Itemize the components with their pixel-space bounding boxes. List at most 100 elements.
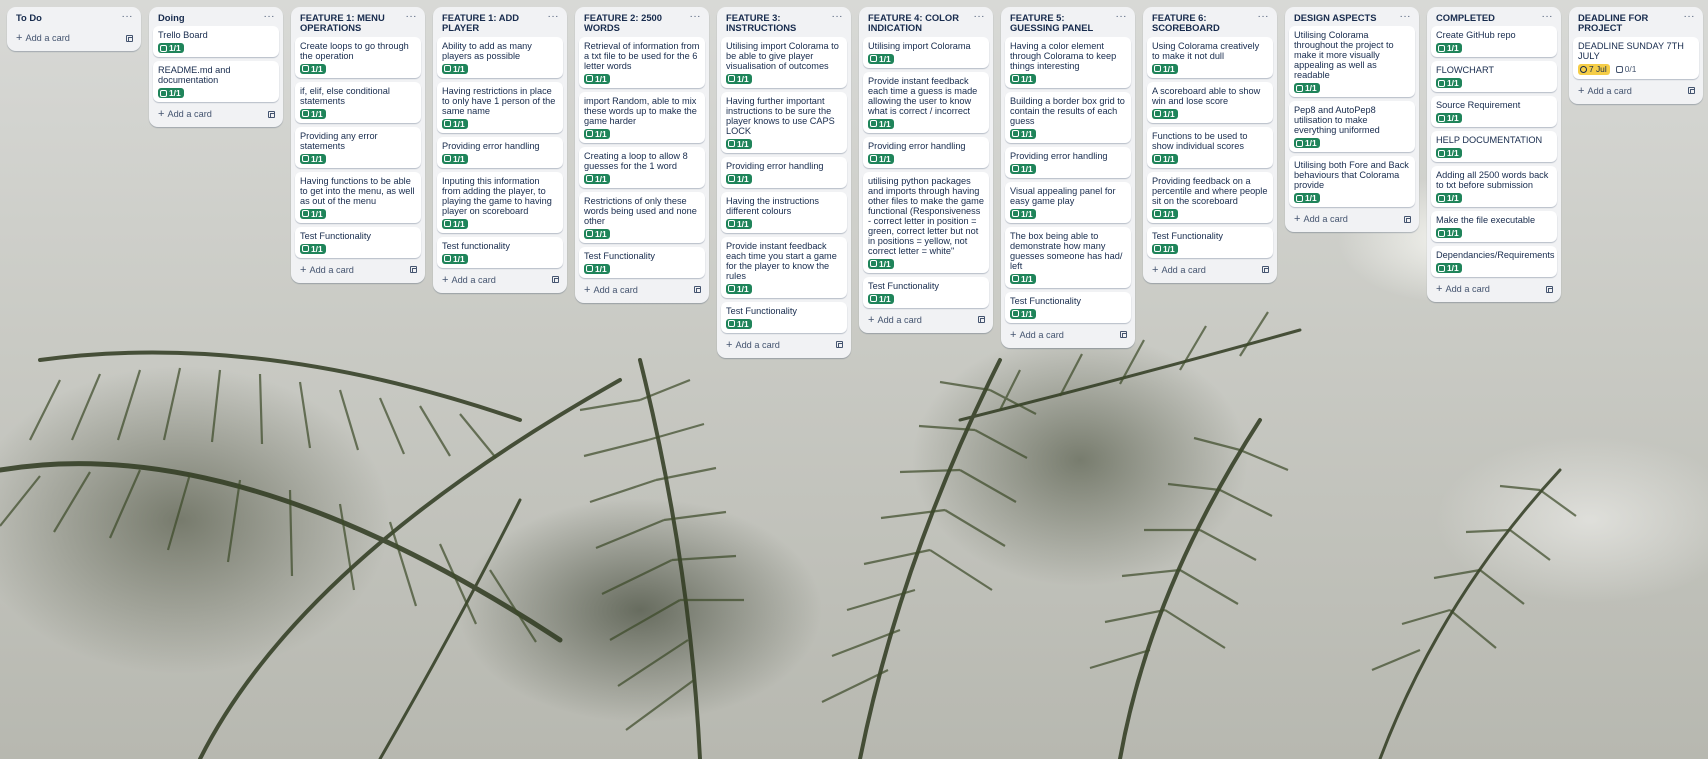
card[interactable]: Test Functionality 1/1 xyxy=(863,276,989,308)
add-card-button[interactable]: + Add a card xyxy=(1436,283,1490,295)
card[interactable]: Test functionality 1/1 xyxy=(437,236,563,268)
ellipsis-icon[interactable]: ··· xyxy=(402,12,418,22)
card[interactable]: DEADLINE SUNDAY 7TH JULY 7 Jul 0/1 xyxy=(1573,36,1699,79)
card[interactable]: import Random, able to mix these words u… xyxy=(579,91,705,143)
card[interactable]: Source Requirement 1/1 xyxy=(1431,96,1557,128)
list-title[interactable]: DESIGN ASPECTS xyxy=(1294,12,1376,23)
card[interactable]: Having restrictions in place to only hav… xyxy=(437,81,563,133)
card-template-icon[interactable] xyxy=(1546,285,1553,293)
list-title[interactable]: FEATURE 5: GUESSING PANEL xyxy=(1010,12,1112,34)
ellipsis-icon[interactable]: ··· xyxy=(1254,12,1270,22)
card[interactable]: The box being able to demonstrate how ma… xyxy=(1005,226,1131,288)
ellipsis-icon[interactable]: ··· xyxy=(970,12,986,22)
card[interactable]: Building a border box grid to contain th… xyxy=(1005,91,1131,143)
card[interactable]: Utilising import Colorama to be able to … xyxy=(721,36,847,88)
ellipsis-icon[interactable]: ··· xyxy=(1538,12,1554,22)
card[interactable]: Test Functionality 1/1 xyxy=(579,246,705,278)
card[interactable]: HELP DOCUMENTATION 1/1 xyxy=(1431,131,1557,163)
card[interactable]: Pep8 and AutoPep8 utilisation to make ev… xyxy=(1289,101,1415,153)
card[interactable]: Adding all 2500 words back to txt before… xyxy=(1431,166,1557,208)
card[interactable]: Trello Board 1/1 xyxy=(153,26,279,58)
card[interactable]: README.md and documentation 1/1 xyxy=(153,61,279,103)
add-card-button[interactable]: + Add a card xyxy=(1578,85,1632,97)
card[interactable]: Restrictions of only these words being u… xyxy=(579,191,705,243)
card[interactable]: Create GitHub repo 1/1 xyxy=(1431,26,1557,58)
card[interactable]: Having the instructions different colour… xyxy=(721,191,847,233)
card[interactable]: Providing error handling 1/1 xyxy=(1005,146,1131,178)
card[interactable]: A scoreboard able to show win and lose s… xyxy=(1147,81,1273,123)
add-card-button[interactable]: + Add a card xyxy=(158,108,212,120)
add-card-button[interactable]: + Add a card xyxy=(1294,213,1348,225)
card[interactable]: Ability to add as many players as possib… xyxy=(437,36,563,78)
ellipsis-icon[interactable]: ··· xyxy=(544,12,560,22)
card-template-icon[interactable] xyxy=(694,286,701,294)
add-card-button[interactable]: + Add a card xyxy=(16,32,70,44)
list-title[interactable]: FEATURE 6: SCOREBOARD xyxy=(1152,12,1254,34)
ellipsis-icon[interactable]: ··· xyxy=(1396,12,1412,22)
card-badges: 1/1 xyxy=(1152,243,1268,254)
card[interactable]: Providing any error statements 1/1 xyxy=(295,126,421,168)
card[interactable]: Using Colorama creatively to make it not… xyxy=(1147,36,1273,78)
add-card-button[interactable]: + Add a card xyxy=(442,274,496,286)
card[interactable]: Test Functionality 1/1 xyxy=(295,226,421,258)
card[interactable]: Functions to be used to show individual … xyxy=(1147,126,1273,168)
card[interactable]: Providing feedback on a percentile and w… xyxy=(1147,171,1273,223)
card[interactable]: Providing error handling 1/1 xyxy=(863,136,989,168)
card[interactable]: Inputing this information from adding th… xyxy=(437,171,563,233)
card[interactable]: Create loops to go through the operation… xyxy=(295,36,421,78)
card-template-icon[interactable] xyxy=(1404,215,1411,223)
card-template-icon[interactable] xyxy=(410,266,417,274)
card-template-icon[interactable] xyxy=(836,341,843,349)
due-date-badge[interactable]: 7 Jul xyxy=(1578,63,1610,75)
card[interactable]: if, elif, else conditional statements 1/1 xyxy=(295,81,421,123)
card[interactable]: Having functions to be able to get into … xyxy=(295,171,421,223)
card[interactable]: utilising python packages and imports th… xyxy=(863,171,989,273)
card[interactable]: Provide instant feedback each time a gue… xyxy=(863,71,989,133)
card[interactable]: Having further important instructions to… xyxy=(721,91,847,153)
card[interactable]: Test Functionality 1/1 xyxy=(1147,226,1273,258)
card[interactable]: Make the file executable 1/1 xyxy=(1431,211,1557,243)
card[interactable]: Test Functionality 1/1 xyxy=(721,301,847,333)
card[interactable]: Retrieval of information from a txt file… xyxy=(579,36,705,88)
card[interactable]: Having a color element through Colorama … xyxy=(1005,36,1131,88)
add-card-button[interactable]: + Add a card xyxy=(726,339,780,351)
card[interactable]: Utilising import Colorama 1/1 xyxy=(863,36,989,68)
list-title[interactable]: FEATURE 4: COLOR INDICATION xyxy=(868,12,970,34)
card[interactable]: Utilising Colorama throughout the projec… xyxy=(1289,26,1415,98)
add-card-button[interactable]: + Add a card xyxy=(1010,329,1064,341)
card-template-icon[interactable] xyxy=(1120,331,1127,339)
ellipsis-icon[interactable]: ··· xyxy=(118,12,134,22)
list-title[interactable]: FEATURE 1: MENU OPERATIONS xyxy=(300,12,402,34)
card-template-icon[interactable] xyxy=(552,276,559,284)
ellipsis-icon[interactable]: ··· xyxy=(1112,12,1128,22)
ellipsis-icon[interactable]: ··· xyxy=(1680,12,1696,22)
card[interactable]: FLOWCHART 1/1 xyxy=(1431,61,1557,93)
card[interactable]: Dependancies/Requirements 1/1 xyxy=(1431,246,1557,278)
list-title[interactable]: FEATURE 3: INSTRUCTIONS xyxy=(726,12,828,34)
card-template-icon[interactable] xyxy=(126,34,133,42)
add-card-button[interactable]: + Add a card xyxy=(1152,264,1206,276)
ellipsis-icon[interactable]: ··· xyxy=(686,12,702,22)
list-title[interactable]: Doing xyxy=(158,12,185,23)
list-title[interactable]: To Do xyxy=(16,12,42,23)
card[interactable]: Test Functionality 1/1 xyxy=(1005,291,1131,323)
card[interactable]: Visual appealing panel for easy game pla… xyxy=(1005,181,1131,223)
ellipsis-icon[interactable]: ··· xyxy=(828,12,844,22)
card[interactable]: Creating a loop to allow 8 guesses for t… xyxy=(579,146,705,188)
add-card-button[interactable]: + Add a card xyxy=(300,264,354,276)
card[interactable]: Utilising both Fore and Back behaviours … xyxy=(1289,156,1415,208)
ellipsis-icon[interactable]: ··· xyxy=(260,12,276,22)
list-title[interactable]: COMPLETED xyxy=(1436,12,1495,23)
card[interactable]: Provide instant feedback each time you s… xyxy=(721,236,847,298)
card-template-icon[interactable] xyxy=(978,316,985,324)
list-title[interactable]: FEATURE 2: 2500 WORDS xyxy=(584,12,686,34)
card[interactable]: Providing error handling 1/1 xyxy=(721,156,847,188)
list-title[interactable]: DEADLINE FOR PROJECT xyxy=(1578,12,1680,34)
list-title[interactable]: FEATURE 1: ADD PLAYER xyxy=(442,12,544,34)
card-template-icon[interactable] xyxy=(1262,266,1269,274)
card[interactable]: Providing error handling 1/1 xyxy=(437,136,563,168)
add-card-button[interactable]: + Add a card xyxy=(868,314,922,326)
card-template-icon[interactable] xyxy=(268,110,275,118)
add-card-button[interactable]: + Add a card xyxy=(584,284,638,296)
card-template-icon[interactable] xyxy=(1688,87,1695,95)
